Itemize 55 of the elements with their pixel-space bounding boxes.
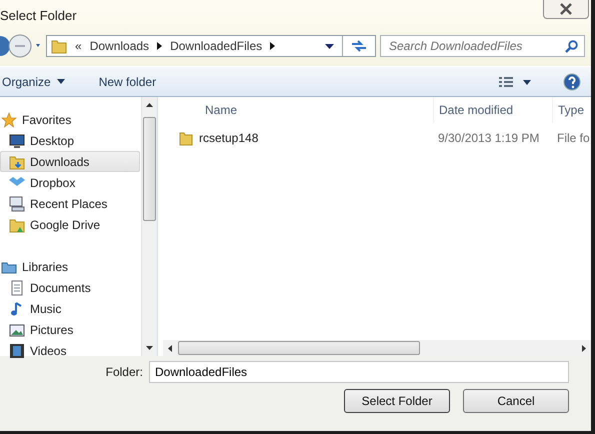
refresh-icon[interactable]	[351, 39, 367, 53]
nav-item[interactable]: Recent Places	[0, 193, 140, 214]
breadcrumb[interactable]: «	[75, 39, 82, 53]
nav-item[interactable]: Google Drive	[0, 214, 140, 235]
cancel-button[interactable]: Cancel	[463, 389, 569, 413]
vertical-scrollbar[interactable]	[141, 97, 157, 356]
scroll-down-icon[interactable]	[146, 346, 153, 350]
nav-item[interactable]: Downloads	[0, 151, 140, 172]
window-title: Select Folder	[0, 8, 77, 23]
help-icon[interactable]	[563, 72, 581, 90]
document-icon	[9, 280, 25, 296]
nav-item[interactable]: Favorites	[0, 109, 140, 130]
file-name-cell[interactable]: rcsetup148	[163, 130, 433, 146]
folder-icon	[9, 216, 25, 232]
breadcrumb[interactable]: DownloadedFiles	[170, 39, 262, 53]
nav-item[interactable]: Desktop	[0, 130, 140, 151]
chevron-icon[interactable]	[157, 42, 162, 50]
breadcrumb[interactable]: Downloads	[90, 39, 150, 53]
star-icon	[1, 112, 17, 128]
nav-item[interactable]: Libraries	[0, 256, 140, 277]
scroll-left-icon[interactable]	[168, 344, 172, 352]
address-bar[interactable]: « Downloads DownloadedFiles	[46, 35, 376, 57]
computer-icon	[9, 196, 25, 212]
search-field[interactable]: Search DownloadedFiles	[380, 35, 585, 57]
monitor-icon	[9, 132, 25, 148]
view-options-icon[interactable]	[499, 76, 531, 86]
caret-icon	[56, 79, 65, 84]
folder-icon	[9, 154, 25, 170]
horizontal-scrollbar[interactable]	[163, 340, 591, 356]
column-header[interactable]: Type	[552, 97, 591, 123]
nav-item[interactable]: Videos	[0, 340, 140, 361]
chevron-icon[interactable]	[270, 42, 276, 50]
scroll-up-icon[interactable]	[146, 103, 153, 107]
scroll-right-icon[interactable]	[582, 344, 586, 352]
folder-icon	[51, 38, 67, 54]
back-button-icon[interactable]	[0, 33, 42, 59]
organize-button[interactable]: Organize	[2, 74, 65, 88]
search-icon	[565, 40, 578, 53]
date-cell-text: 9/30/2013 1:19 PM	[437, 131, 540, 145]
new-folder-button[interactable]: New folder	[98, 74, 156, 88]
nav-item[interactable]: Music	[0, 298, 140, 319]
folder-icon	[179, 130, 193, 146]
column-header[interactable]: Date modified	[433, 97, 552, 123]
nav-item[interactable]: Dropbox	[0, 172, 140, 193]
close-icon	[559, 3, 573, 15]
folder-label: Folder:	[106, 365, 143, 379]
dropdown-icon[interactable]	[325, 44, 334, 48]
type-cell-text: File fo	[556, 131, 591, 145]
select-folder-button[interactable]: Select Folder	[344, 389, 450, 413]
nav-item[interactable]: Documents	[0, 277, 140, 298]
nav-item[interactable]: Pictures	[0, 319, 140, 340]
column-header[interactable]: Name	[163, 97, 433, 123]
close-button[interactable]	[543, 0, 589, 19]
folder-field[interactable]: DownloadedFiles	[149, 361, 569, 383]
picture-icon	[9, 322, 25, 338]
